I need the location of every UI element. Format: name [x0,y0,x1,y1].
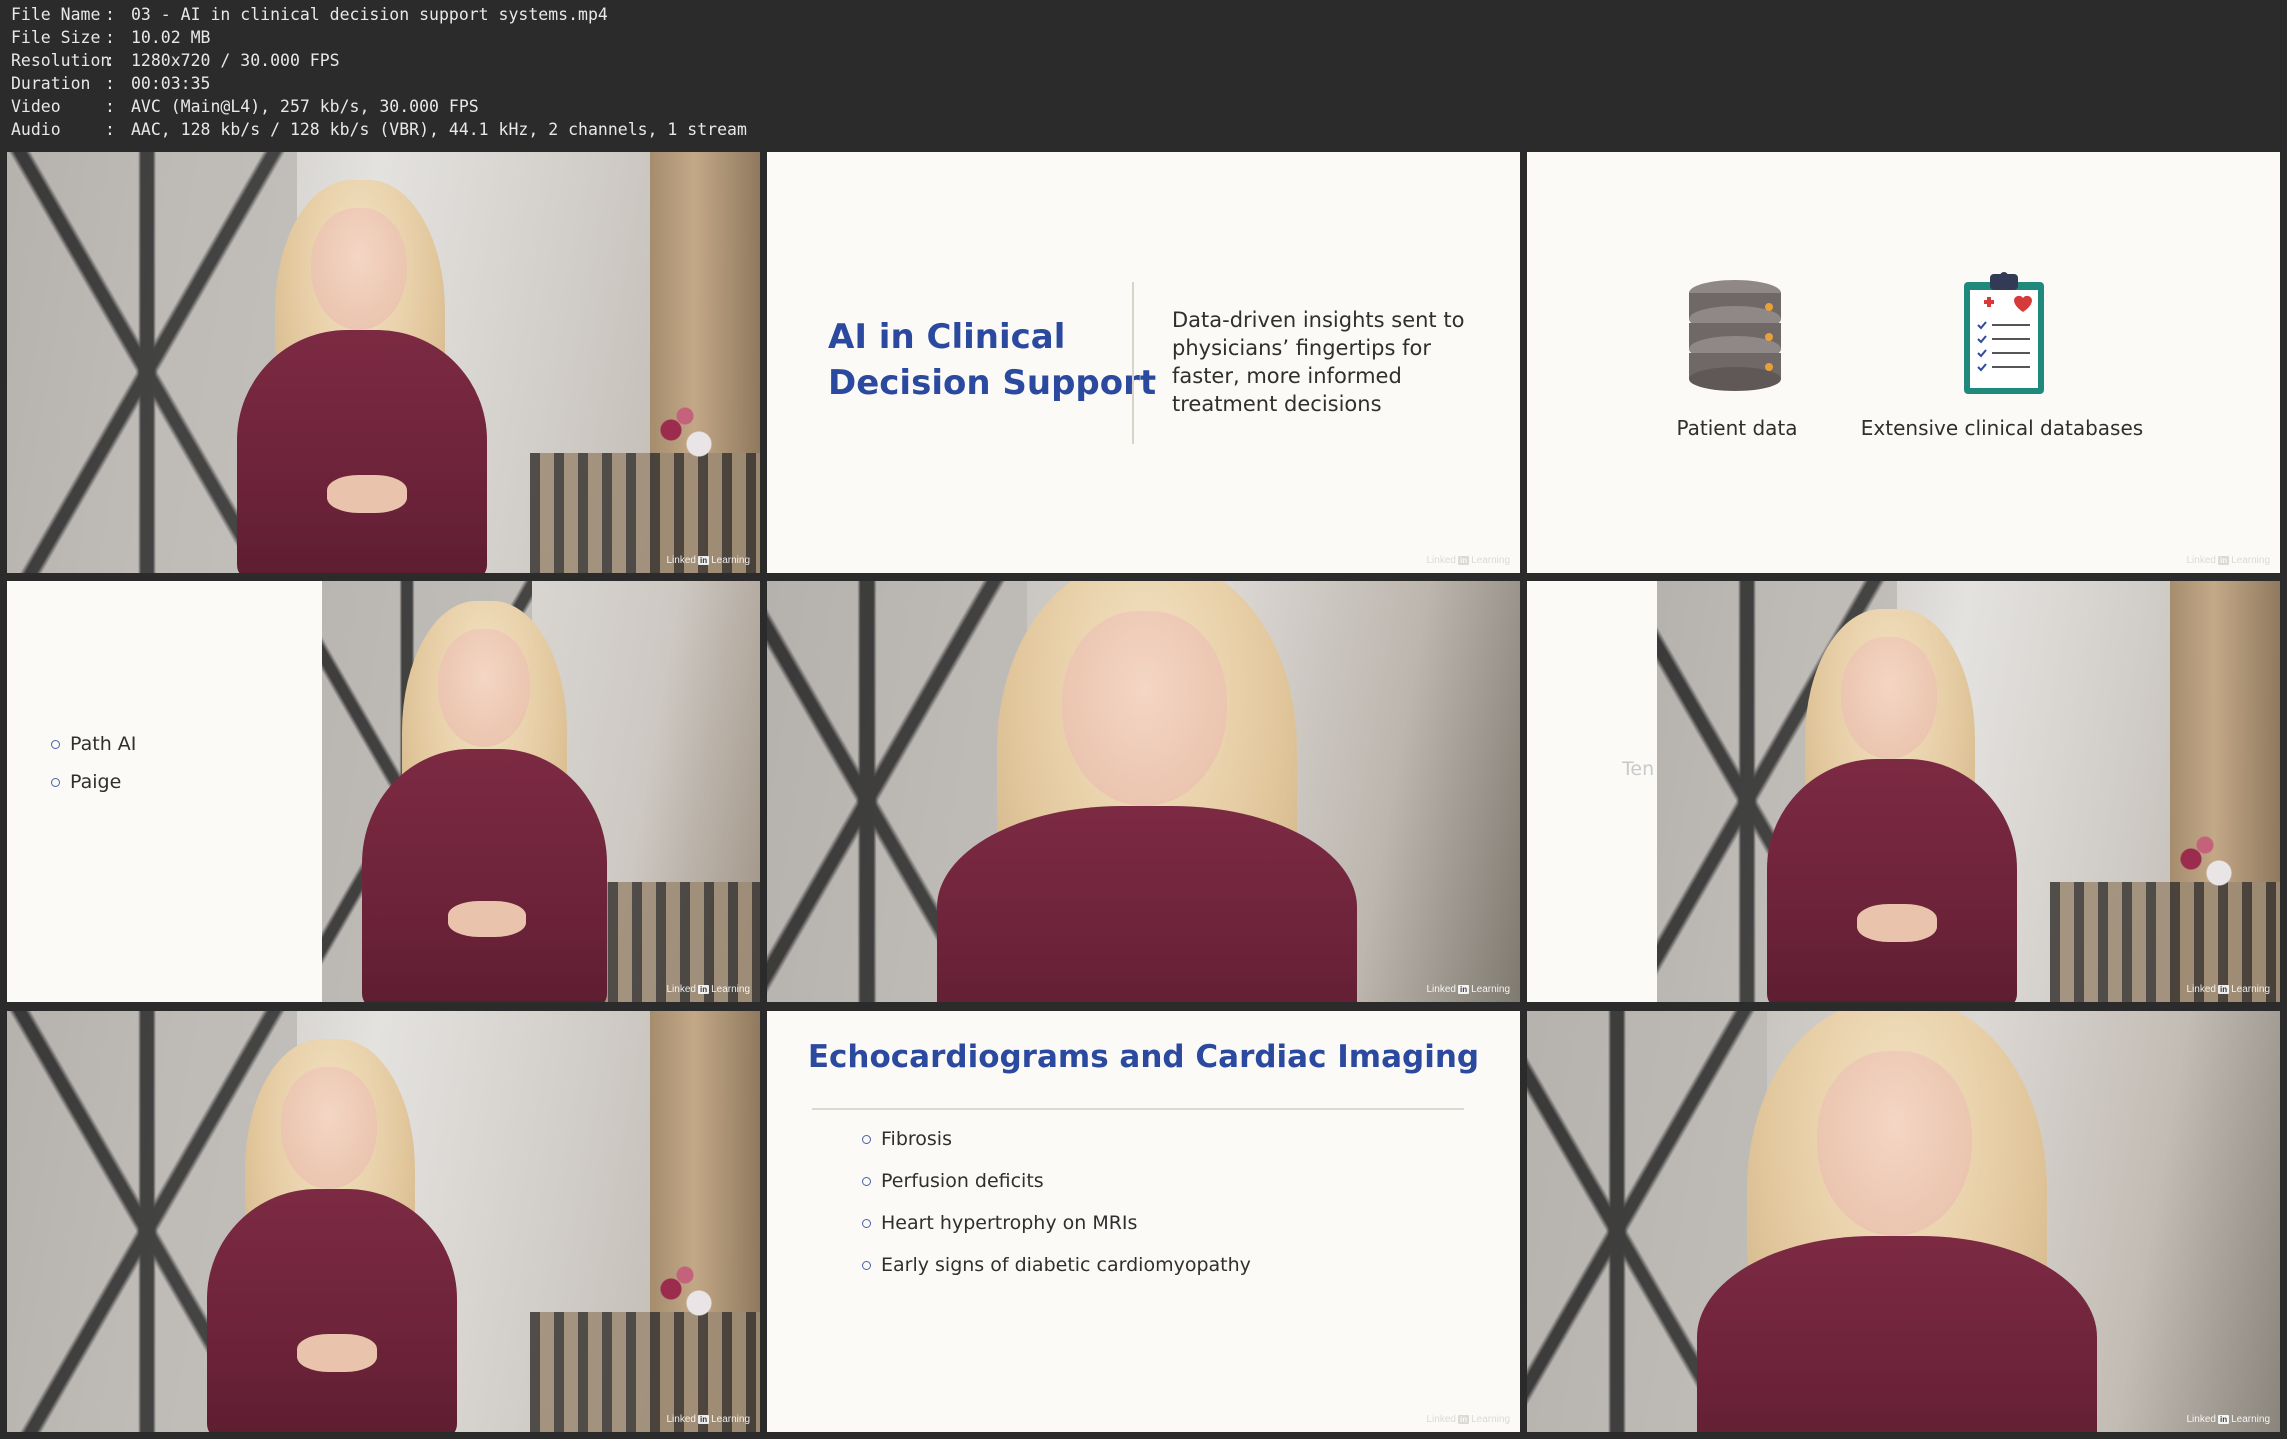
presenter [227,180,507,573]
presenter-video-frame [322,581,760,1002]
thumbnail-frame-5[interactable]: Linked in Learning [767,581,1520,1002]
thumbnail-frame-1[interactable]: Linked in Learning [7,152,760,573]
list-item: Paige [51,771,136,793]
video-label: Video [11,97,61,116]
video-value: AVC (Main@L4), 257 kb/s, 30.000 FPS [131,97,479,116]
list-item: Early signs of diabetic cardiomyopathy [862,1254,1251,1276]
file-info-row: Duration : 00:03:35 [0,72,2287,95]
separator: : [105,5,115,24]
linkedin-learning-watermark: Linked in Learning [1426,984,1511,995]
file-size-label: File Size [11,28,101,47]
divider [1132,282,1134,444]
file-info-row: Video : AVC (Main@L4), 257 kb/s, 30.000 … [0,95,2287,118]
patient-data-label: Patient data [1676,416,1798,440]
linkedin-learning-watermark: Linked in Learning [666,555,751,566]
divider [812,1108,1464,1110]
list-item: Path AI [51,733,136,755]
thumbnail-frame-8[interactable]: Echocardiograms and Cardiac Imaging Fibr… [767,1011,1520,1432]
audio-value: AAC, 128 kb/s / 128 kb/s (VBR), 44.1 kHz… [131,120,747,139]
separator: : [105,74,115,93]
linkedin-learning-watermark: Linked in Learning [1426,555,1511,566]
file-info-row: Resolution : 1280x720 / 30.000 FPS [0,49,2287,72]
presenter-video-frame [1527,1011,2280,1432]
list-item: Fibrosis [862,1128,1251,1150]
slide-description: Data-driven insights sent to physicians’… [1172,308,1465,416]
duration-value: 00:03:35 [131,74,211,93]
separator: : [105,51,115,70]
linkedin-learning-watermark: Linked in Learning [2186,1414,2271,1425]
linkedin-learning-watermark: Linked in Learning [666,1414,751,1425]
resolution-label: Resolution [11,51,111,70]
slide-panel: Path AI Paige [7,581,322,1002]
file-info-row: Audio : AAC, 128 kb/s / 128 kb/s (VBR), … [0,118,2287,141]
file-info-row: File Name : 03 - AI in clinical decision… [0,3,2287,26]
database-icon [1689,280,1781,391]
slide-title: Echocardiograms and Cardiac Imaging [807,1039,1480,1075]
file-name-value: 03 - AI in clinical decision support sys… [131,5,608,24]
thumbnail-frame-9[interactable]: Linked in Learning [1527,1011,2280,1432]
linkedin-learning-watermark: Linked in Learning [1426,1414,1511,1425]
linkedin-learning-watermark: Linked in Learning [666,984,751,995]
file-info-panel: File Name : 03 - AI in clinical decision… [0,0,2287,153]
thumbnail-frame-7[interactable]: Linked in Learning [7,1011,760,1432]
thumbnail-frame-2[interactable]: AI in Clinical Decision Support Data-dri… [767,152,1520,573]
presenter [1757,609,2037,1002]
list-item: Heart hypertrophy on MRIs [862,1212,1251,1234]
separator: : [105,120,115,139]
bullet-list: Path AI Paige [51,733,136,793]
slide-title: AI in Clinical Decision Support [828,317,1157,403]
linkedin-learning-watermark: Linked in Learning [2186,984,2271,995]
thumbnail-frame-3[interactable]: Patient data Extensive clinical database… [1527,152,2280,573]
presenter [352,601,622,1002]
presenter-video-frame [7,152,760,573]
presenter-video-frame [767,581,1520,1002]
thumbnail-frame-4[interactable]: Path AI Paige Linked in Learning [7,581,760,1002]
presenter [197,1039,477,1432]
file-name-label: File Name [11,5,101,24]
presenter [1677,1011,2117,1432]
partial-slide-text: Ten [1622,758,1655,780]
separator: : [105,28,115,47]
clinical-databases-label: Extensive clinical databases [1860,416,2144,440]
audio-label: Audio [11,120,61,139]
presenter-video-frame [1657,581,2280,1002]
linkedin-learning-watermark: Linked in Learning [2186,555,2271,566]
resolution-value: 1280x720 / 30.000 FPS [131,51,340,70]
bullet-list: Fibrosis Perfusion deficits Heart hypert… [862,1128,1251,1276]
duration-label: Duration [11,74,91,93]
slide-panel: Ten [1527,581,1657,1002]
list-item: Perfusion deficits [862,1170,1251,1192]
separator: : [105,97,115,116]
file-info-row: File Size : 10.02 MB [0,26,2287,49]
presenter-video-frame [7,1011,760,1432]
thumbnail-frame-6[interactable]: Ten Linked in Learning [1527,581,2280,1002]
background-flowers [650,402,720,472]
clipboard-icon [1964,272,2044,394]
file-size-value: 10.02 MB [131,28,211,47]
presenter [927,581,1367,1002]
